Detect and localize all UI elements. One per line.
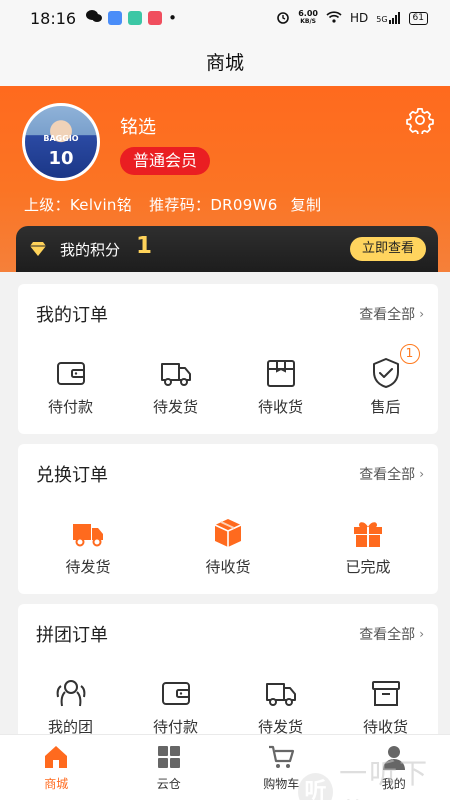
my-orders-card: 我的订单 查看全部 › 待付款 待发货 待收货 1 售后 — [18, 284, 438, 434]
grid-icon — [157, 746, 180, 768]
net-speed-value: 6.00 — [298, 9, 318, 18]
item-label: 已完成 — [345, 558, 391, 576]
exchange-pending-shipment[interactable]: 待发货 — [18, 516, 158, 577]
diamond-icon — [30, 242, 46, 256]
nav-label: 购物车 — [263, 777, 300, 791]
app-notification-icon — [108, 11, 123, 25]
group-orders-card: 拼团订单 查看全部 › 我的团 待付款 待发货 待收货 — [18, 604, 438, 754]
points-bar: 我的积分 1 立即查看 — [16, 226, 438, 272]
group-status-row: 我的团 待付款 待发货 待收货 — [18, 676, 438, 737]
user-name: 铭选 — [120, 117, 156, 138]
referrer-label: 上级： — [24, 196, 70, 214]
wechat-icon — [86, 9, 103, 27]
view-all-label: 查看全部 — [359, 627, 416, 643]
order-pending-payment[interactable]: 待付款 — [18, 356, 123, 417]
shield-check-icon — [372, 358, 399, 388]
order-pending-receipt[interactable]: 待收货 — [228, 356, 333, 417]
status-time: 18:16 — [30, 8, 77, 28]
watermark-text: 一听下载 — [339, 757, 430, 800]
exchange-pending-receipt[interactable]: 待收货 — [158, 516, 298, 577]
item-label: 待收货 — [205, 558, 251, 576]
group-pending-receipt[interactable]: 待收货 — [333, 676, 438, 737]
nav-cloud-warehouse[interactable]: 云仓 — [113, 735, 226, 800]
truck-filled-icon — [73, 524, 103, 547]
item-label: 待收货 — [257, 398, 303, 416]
net-speed-unit: KB/S — [300, 18, 316, 25]
item-label: 待发货 — [152, 398, 198, 416]
cart-icon — [269, 745, 295, 768]
avatar-jersey-number: 10 — [48, 148, 74, 169]
gift-icon — [354, 522, 382, 547]
card-title: 拼团订单 — [36, 625, 108, 646]
order-after-sales[interactable]: 1 售后 — [333, 344, 438, 417]
box-filled-icon — [214, 519, 242, 547]
home-icon — [45, 746, 68, 768]
ref-code: DR09W6 — [210, 196, 278, 214]
view-all-link[interactable]: 查看全部 › — [359, 304, 424, 324]
group-icon — [56, 680, 85, 707]
notification-badge: 1 — [399, 344, 420, 364]
profile-hero: BAGGIO 10 铭选 普通会员 上级：Kelvin铭 推荐码：DR09W6 … — [0, 86, 450, 272]
video-app-icon — [148, 11, 163, 25]
copy-button[interactable]: 复制 — [291, 196, 322, 214]
wallet-icon — [161, 682, 190, 705]
view-all-label: 查看全部 — [359, 467, 416, 483]
exchange-completed[interactable]: 已完成 — [298, 516, 438, 577]
card-title: 兑换订单 — [36, 465, 108, 486]
watermark-logo: 听 — [298, 773, 334, 800]
chevron-right-icon: › — [419, 467, 424, 481]
chevron-right-icon: › — [419, 627, 424, 641]
view-all-label: 查看全部 — [359, 307, 416, 323]
order-pending-shipment[interactable]: 待发货 — [123, 356, 228, 417]
app-header: 商城 — [0, 36, 450, 86]
wallet-icon — [56, 362, 85, 385]
points-label: 我的积分 — [60, 241, 121, 259]
truck-icon — [160, 363, 191, 386]
avatar[interactable]: BAGGIO 10 — [22, 103, 100, 181]
battery-indicator: 61 — [408, 11, 428, 25]
nav-label: 云仓 — [156, 777, 181, 791]
phone-app-icon — [128, 11, 143, 25]
signal-label: 5G — [376, 15, 388, 24]
item-label: 售后 — [370, 398, 401, 416]
item-label: 待发货 — [65, 558, 111, 576]
status-bar: 18:16 • 6.00 KB/S HD 5G 61 — [0, 0, 450, 36]
points-value: 1 — [136, 233, 153, 259]
card-title: 我的订单 — [36, 305, 108, 326]
package-icon — [266, 360, 295, 387]
nav-label: 商城 — [44, 777, 69, 791]
group-pending-shipment[interactable]: 待发货 — [228, 676, 333, 737]
page-title: 商城 — [205, 51, 244, 74]
item-label: 待付款 — [47, 398, 93, 416]
order-status-row: 待付款 待发货 待收货 1 售后 — [18, 344, 438, 417]
hd-indicator: HD — [349, 11, 369, 25]
wifi-icon — [326, 10, 342, 26]
view-all-link[interactable]: 查看全部 › — [359, 464, 424, 484]
watermark: 听 一听下载 — [298, 752, 450, 800]
view-points-button[interactable]: 立即查看 — [349, 237, 426, 261]
group-my-groups[interactable]: 我的团 — [18, 676, 123, 737]
referral-info: 上级：Kelvin铭 推荐码：DR09W6 复制 — [24, 194, 325, 215]
exchange-status-row: 待发货 待收货 已完成 — [18, 516, 438, 577]
alarm-icon — [276, 10, 290, 27]
settings-button[interactable] — [406, 106, 434, 136]
referrer-name: Kelvin铭 — [69, 196, 133, 214]
net-speed: 6.00 KB/S — [298, 10, 318, 26]
more-notifications-dot: • — [168, 9, 177, 27]
avatar-jersey-name: BAGGIO — [43, 134, 79, 143]
view-all-link[interactable]: 查看全部 › — [359, 624, 424, 644]
signal-icon: 5G — [376, 12, 400, 24]
group-pending-payment[interactable]: 待付款 — [123, 676, 228, 737]
archive-box-icon — [371, 681, 400, 706]
truck-icon — [265, 683, 296, 706]
member-level-badge: 普通会员 — [120, 147, 211, 175]
ref-code-label: 推荐码： — [149, 196, 211, 214]
exchange-orders-card: 兑换订单 查看全部 › 待发货 待收货 已完成 — [18, 444, 438, 594]
gear-icon — [406, 108, 434, 136]
nav-mall[interactable]: 商城 — [0, 735, 113, 800]
chevron-right-icon: › — [419, 307, 424, 321]
